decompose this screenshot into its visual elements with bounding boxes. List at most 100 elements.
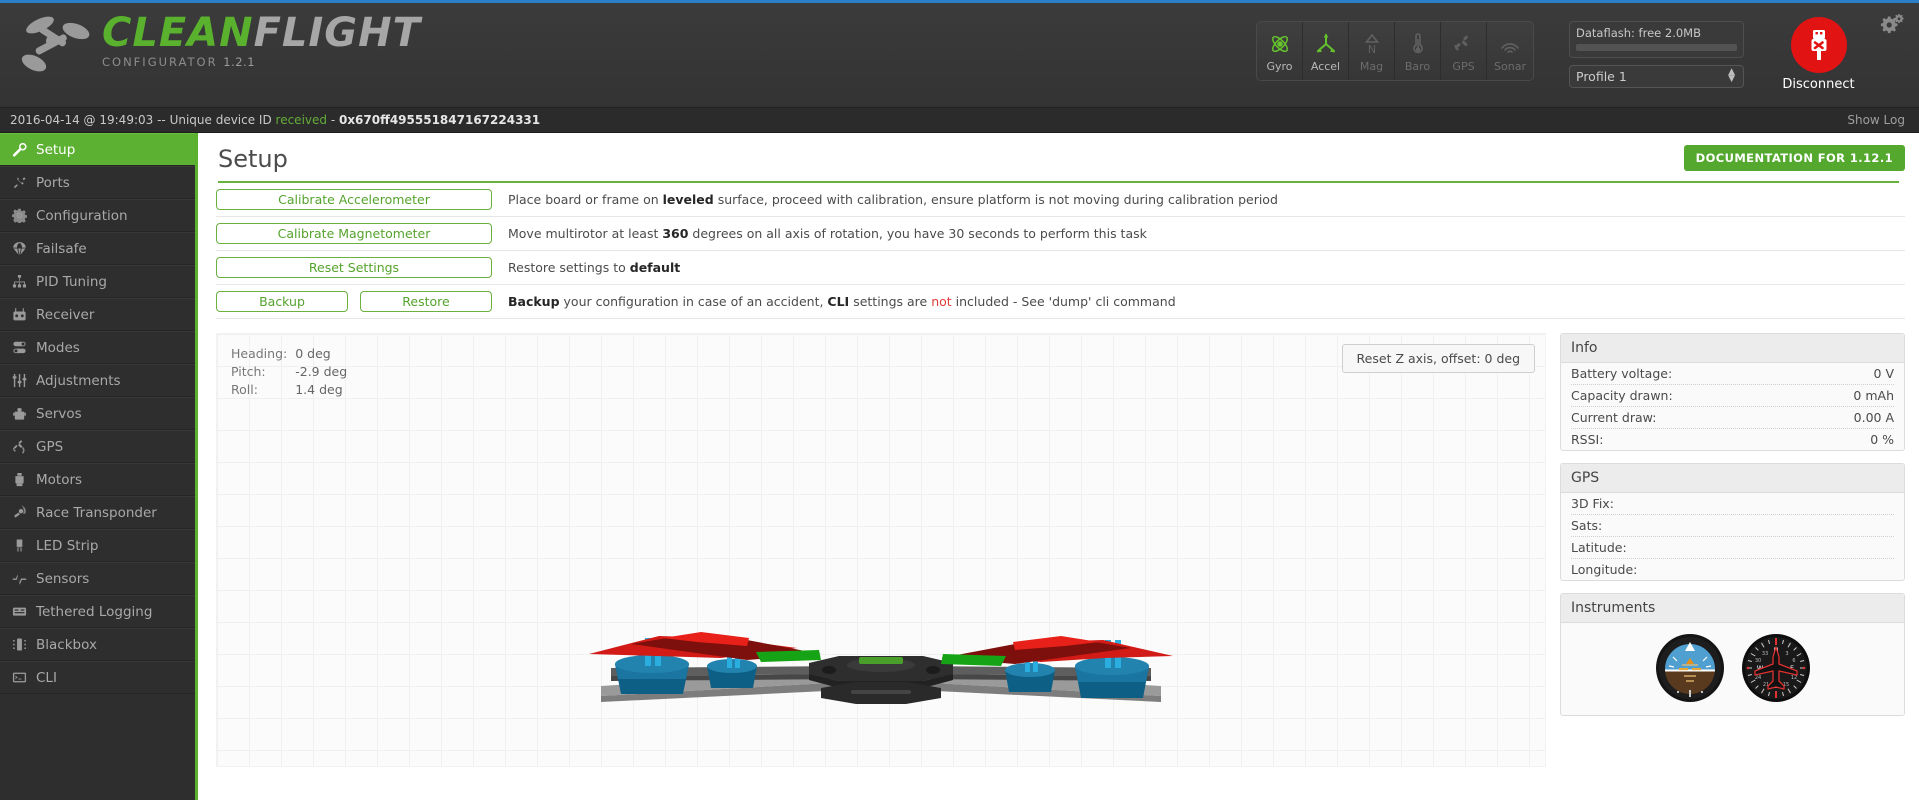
calibrate-magnetometer-button[interactable]: Calibrate Magnetometer <box>216 223 492 244</box>
sidebar-item-servos[interactable]: Servos <box>0 397 195 430</box>
gear-icon <box>12 208 34 223</box>
backup-text-3: included - See 'dump' cli command <box>951 294 1176 309</box>
sidebar-item-label: Modes <box>36 339 80 356</box>
backup-not: not <box>931 294 952 309</box>
svg-text:30: 30 <box>1754 658 1760 664</box>
sidebar-item-configuration[interactable]: Configuration <box>0 199 195 232</box>
attitude-row: Pitch: -2.9 deg <box>231 364 353 380</box>
accel-icon <box>1314 29 1338 59</box>
reset-settings-button[interactable]: Reset Settings <box>216 257 492 278</box>
logo-flight-text: FLIGHT <box>253 10 421 56</box>
sidebar-item-ports[interactable]: Ports <box>0 166 195 199</box>
transmitter-icon <box>12 307 34 322</box>
profile-select[interactable]: Profile 1 ▲ ▼ <box>1569 65 1744 88</box>
heading-indicator: N E S W 36 1215 2124 3033 <box>1741 634 1810 702</box>
sidebar-item-adjustments[interactable]: Adjustments <box>0 364 195 397</box>
sidebar-item-label: Servos <box>36 405 82 422</box>
sensor-label: GPS <box>1452 60 1475 73</box>
backup-button[interactable]: Backup <box>216 291 348 312</box>
logo-clean-text: CLEAN <box>102 10 254 56</box>
sidebar-item-gps[interactable]: GPS <box>0 430 195 463</box>
sensor-mag: N Mag <box>1349 22 1395 80</box>
desc-bold: leveled <box>662 192 714 207</box>
panel-row-key: Capacity drawn: <box>1571 388 1673 403</box>
sidebar-item-blackbox[interactable]: Blackbox <box>0 628 195 661</box>
show-log-button[interactable]: Show Log <box>1847 113 1905 127</box>
gears-icon <box>1880 14 1904 34</box>
gps-panel: GPS 3D Fix: Sats: Latitude: Longitude: <box>1560 463 1905 581</box>
sidebar-item-label: PID Tuning <box>36 273 107 290</box>
reset-z-axis-button[interactable]: Reset Z axis, offset: 0 deg <box>1341 344 1535 373</box>
attitude-value: 0 deg <box>295 346 331 361</box>
app-header: CLEANFLIGHT CONFIGURATOR 1.2.1 Gyro Accel… <box>0 3 1919 108</box>
app-logo: CLEANFLIGHT CONFIGURATOR 1.2.1 <box>18 11 421 83</box>
desc-pre: Restore settings to <box>508 260 630 275</box>
restore-button[interactable]: Restore <box>360 291 492 312</box>
sidebar-item-failsafe[interactable]: Failsafe <box>0 232 195 265</box>
attitude-indicator <box>1655 634 1724 702</box>
attitude-row: Roll: 1.4 deg <box>231 382 353 398</box>
sensor-status-group: Gyro Accel N Mag Baro GPS Sonar <box>1256 21 1534 81</box>
logo-subtitle: CONFIGURATOR <box>102 55 218 69</box>
setup-row: Calibrate Magnetometer Move multirotor at… <box>216 217 1905 251</box>
sidebar-item-label: Ports <box>36 174 70 191</box>
info-panel-rows: Battery voltage: 0 V Capacity drawn: 0 mAh C… <box>1561 363 1904 450</box>
main-content: Setup DOCUMENTATION FOR 1.12.1 Calibrate… <box>198 133 1919 800</box>
sidebar-item-label: GPS <box>36 438 64 455</box>
device-id: 0x670ff495551847167224331 <box>338 113 541 127</box>
attitude-row: Heading: 0 deg <box>231 346 353 362</box>
sensor-gps: GPS <box>1441 22 1487 80</box>
disconnect-button[interactable]: Disconnect <box>1766 17 1871 92</box>
panel-row: Latitude: <box>1571 537 1894 559</box>
calibrate-accelerometer-button[interactable]: Calibrate Accelerometer <box>216 189 492 210</box>
quadcopter-3d-model <box>217 608 1545 722</box>
sidebar-item-race-transponder[interactable]: Race Transponder <box>0 496 195 529</box>
sidebar-item-cli[interactable]: CLI <box>0 661 195 694</box>
quadcopter-model-graphic <box>589 632 1173 704</box>
sidebar-item-modes[interactable]: Modes <box>0 331 195 364</box>
sidebar-item-label: CLI <box>36 669 57 686</box>
lower-section: Heading: 0 deg Pitch: -2.9 deg Roll: 1.4 deg … <box>198 333 1919 767</box>
setup-row: Calibrate Accelerometer Place board or fr… <box>216 183 1905 217</box>
svg-text:12: 12 <box>1790 675 1796 681</box>
sidebar-item-label: Tethered Logging <box>36 603 153 620</box>
sitemap-icon <box>12 274 34 289</box>
app-body: Setup Ports Configuration Failsafe PID Tunin… <box>0 133 1919 800</box>
sonar-icon <box>1498 29 1522 59</box>
panel-row-key: Current draw: <box>1571 410 1657 425</box>
sensor-baro: Baro <box>1395 22 1441 80</box>
quadcopter-logo-icon <box>21 16 90 72</box>
sensor-gyro: Gyro <box>1257 22 1303 80</box>
sidebar-item-setup[interactable]: Setup <box>0 133 195 166</box>
setup-row-backup: Backup Restore Backup your configuration i… <box>216 285 1905 319</box>
svg-text:N: N <box>1367 43 1375 56</box>
attitude-value: 1.4 deg <box>295 382 343 397</box>
status-separator: -- <box>153 113 170 127</box>
disconnect-label: Disconnect <box>1782 77 1855 92</box>
sidebar-item-motors[interactable]: Motors <box>0 463 195 496</box>
mag-icon: N <box>1360 29 1384 59</box>
svg-text:6: 6 <box>1792 658 1795 664</box>
status-text: Unique device ID <box>169 113 276 127</box>
page-title: Setup <box>218 145 288 173</box>
panel-row-key: 3D Fix: <box>1571 496 1614 511</box>
baro-icon <box>1406 29 1430 59</box>
sidebar-item-receiver[interactable]: Receiver <box>0 298 195 331</box>
row-description: Move multirotor at least 360 degrees on … <box>492 226 1147 241</box>
logging-icon <box>12 604 34 619</box>
sidebar-item-sensors[interactable]: Sensors <box>0 562 195 595</box>
documentation-button[interactable]: DOCUMENTATION FOR 1.12.1 <box>1683 145 1905 171</box>
sidebar-item-label: Motors <box>36 471 83 488</box>
settings-button[interactable] <box>1879 13 1905 41</box>
row-description: Backup your configuration in case of an … <box>492 294 1176 309</box>
sensor-label: Mag <box>1359 60 1384 73</box>
model-3d-viewport[interactable]: Heading: 0 deg Pitch: -2.9 deg Roll: 1.4 deg … <box>216 333 1546 767</box>
panel-row: Capacity drawn: 0 mAh <box>1571 385 1894 407</box>
sliders-icon <box>12 373 34 388</box>
sidebar-item-tethered-logging[interactable]: Tethered Logging <box>0 595 195 628</box>
row-description: Restore settings to default <box>492 260 680 275</box>
sidebar-item-pid-tuning[interactable]: PID Tuning <box>0 265 195 298</box>
panel-row-value: 0.00 A <box>1853 410 1894 425</box>
usb-disconnect-icon <box>1811 30 1826 60</box>
sidebar-item-led-strip[interactable]: LED Strip <box>0 529 195 562</box>
